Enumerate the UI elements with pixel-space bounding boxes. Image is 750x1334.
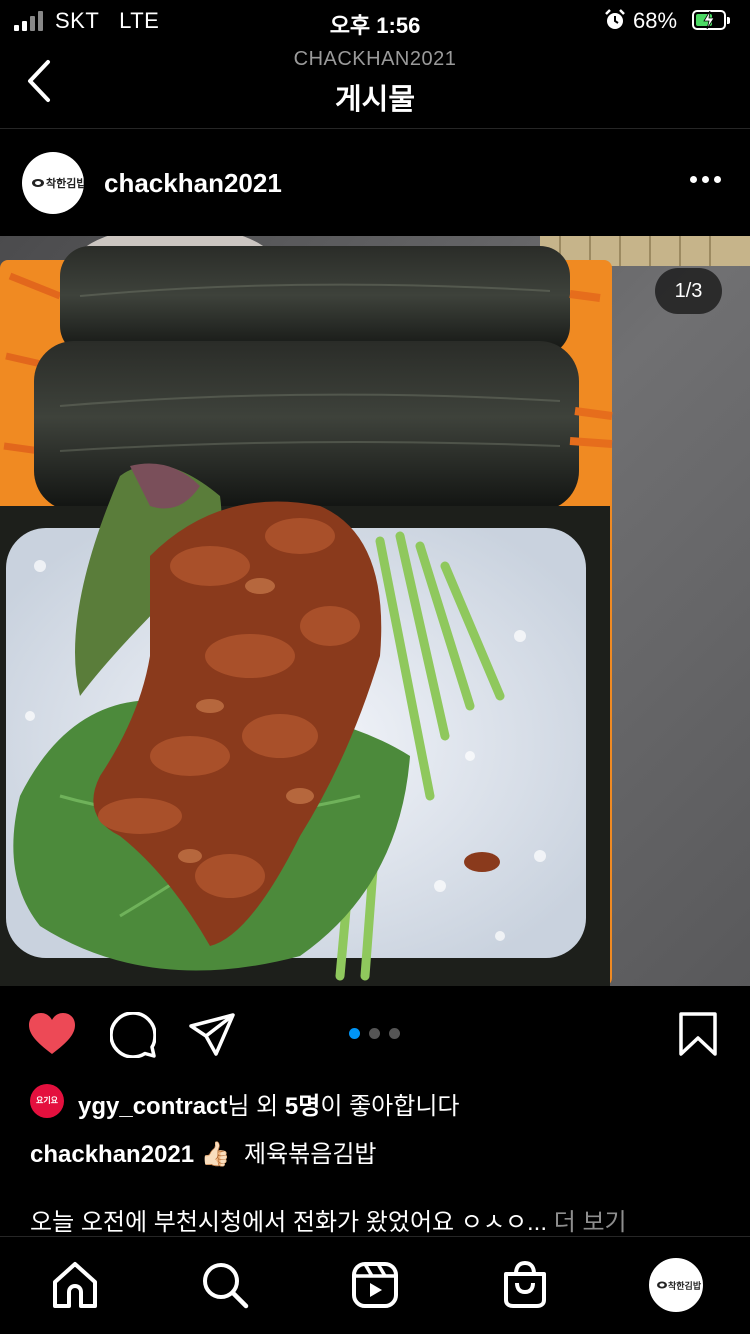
share-icon[interactable]: [188, 1012, 236, 1056]
search-icon[interactable]: [200, 1260, 250, 1310]
alarm-icon: [605, 9, 625, 29]
liker-avatar[interactable]: 요기요: [30, 1084, 64, 1118]
likes-text: 님 외: [227, 1093, 285, 1120]
bookmark-icon[interactable]: [678, 1012, 718, 1056]
post-caption: chackhan2021 👍🏻 제육볶음김밥: [30, 1134, 377, 1169]
header-divider: [0, 128, 750, 129]
description-text: 오늘 오전에 부천시청에서 전화가 왔었어요 ㅇㅅㅇ...: [30, 1209, 548, 1236]
header-account: CHACKHAN2021: [293, 48, 457, 70]
nav-divider: [0, 1236, 750, 1237]
post-image[interactable]: [0, 236, 750, 986]
carousel-dot-active: [349, 1028, 360, 1039]
carousel-indicator: [349, 1028, 401, 1040]
more-options-icon[interactable]: [690, 176, 722, 186]
battery-percent: 68%: [633, 8, 678, 33]
likes-summary[interactable]: ygy_contract님 외 5명이 좋아합니다: [78, 1086, 459, 1121]
avatar[interactable]: 착한김밥: [22, 152, 84, 214]
caption-username[interactable]: chackhan2021: [30, 1141, 194, 1168]
home-icon[interactable]: [50, 1260, 100, 1310]
image-counter: 1/3: [655, 268, 722, 314]
avatar-logo-icon: 착한김밥: [657, 1280, 702, 1292]
likes-text-end: 이 좋아합니다: [320, 1093, 460, 1120]
reels-icon[interactable]: [350, 1260, 400, 1310]
liker-username[interactable]: ygy_contract: [78, 1093, 227, 1120]
avatar-logo-icon: 착한김밥: [32, 176, 84, 190]
post-username[interactable]: chackhan2021: [104, 168, 282, 199]
post-description: 오늘 오전에 부천시청에서 전화가 왔었어요 ㅇㅅㅇ... 더 보기: [30, 1202, 627, 1237]
like-heart-icon[interactable]: [28, 1012, 76, 1056]
battery-icon: [692, 10, 730, 30]
thumbs-up-emoji: 👍🏻: [200, 1141, 231, 1168]
carousel-dot: [389, 1028, 400, 1039]
svg-text:착한김밥: 착한김밥: [668, 1280, 702, 1292]
comment-icon[interactable]: [110, 1012, 156, 1058]
likes-count[interactable]: 5명: [285, 1093, 320, 1120]
svg-text:착한김밥: 착한김밥: [46, 176, 84, 190]
carousel-dot: [369, 1028, 380, 1039]
page-title: 게시물: [334, 84, 416, 116]
more-link[interactable]: 더 보기: [554, 1209, 627, 1236]
shop-icon[interactable]: [500, 1260, 550, 1310]
status-bar: SKT LTE 오후 1:56 68%: [0, 0, 750, 44]
profile-avatar[interactable]: 착한김밥: [649, 1258, 703, 1312]
caption-text: 제육볶음김밥: [244, 1141, 377, 1168]
